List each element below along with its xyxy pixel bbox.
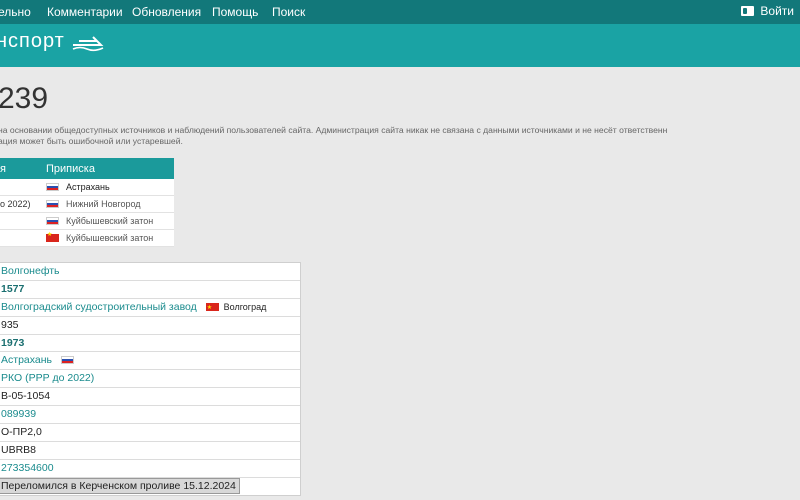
site-banner: нспорт <box>0 24 800 67</box>
info-value: UBRB8 <box>1 443 37 456</box>
info-value: Астрахань <box>1 354 52 367</box>
info-row-yard-number: 935 <box>0 317 300 335</box>
china-flag-icon <box>46 231 59 242</box>
user-card-icon <box>741 6 755 16</box>
vessel-info-table: Волгонефть 1577 Волгоградский судостроит… <box>0 262 301 496</box>
names-row-port[interactable]: Астрахань <box>66 182 110 192</box>
info-row-imo[interactable]: 089939 <box>0 406 300 425</box>
info-row-builder[interactable]: Волгоградский судостроительный завод Вол… <box>0 299 300 317</box>
names-row: Куйбышевский затон <box>0 230 174 247</box>
names-col-name: я <box>0 163 6 175</box>
info-value: Волгонефть <box>1 265 60 277</box>
info-row-home-port[interactable]: Астрахань <box>0 352 300 371</box>
info-value: Волгоградский судостроительный завод <box>1 300 197 313</box>
page-title: 239 <box>0 82 49 115</box>
russia-flag-icon <box>46 200 59 208</box>
site-logo[interactable]: нспорт <box>0 30 105 53</box>
info-value: РКО (РРР до 2022) <box>1 372 95 385</box>
nav-item-search[interactable]: Поиск <box>272 5 305 19</box>
china-flag-icon <box>205 300 219 316</box>
russia-flag-icon <box>60 356 74 365</box>
nav-item-main[interactable]: ельно <box>0 5 31 19</box>
disclaimer-line-1: на основании общедоступных источников и … <box>0 125 668 135</box>
info-value: В-05-1054 <box>1 390 51 403</box>
nav-item-help[interactable]: Помощь <box>212 5 258 19</box>
info-value: 1577 <box>1 282 25 295</box>
nav-item-comments[interactable]: Комментарии <box>47 5 123 19</box>
info-row-class[interactable]: РКО (РРР до 2022) <box>0 370 300 389</box>
names-row: Куйбышевский затон <box>0 213 174 230</box>
info-row-mmsi[interactable]: 273354600 <box>0 460 300 478</box>
names-table: я Приписка Астрахань о 2022) Нижний Новг… <box>0 158 174 250</box>
status-note: Переломился в Керченском проливе 15.12.2… <box>0 477 240 494</box>
names-row: Астрахань <box>0 179 174 196</box>
ship-logo-icon <box>72 35 104 51</box>
names-row: о 2022) Нижний Новгород <box>0 196 174 213</box>
info-value: 1973 <box>1 336 25 349</box>
login-button[interactable]: Войти <box>741 4 794 18</box>
names-table-header: я Приписка <box>0 158 174 179</box>
names-row-port[interactable]: Нижний Новгород <box>66 199 141 209</box>
logo-text: нспорт <box>0 30 65 52</box>
builder-city: Волгоград <box>223 301 267 312</box>
names-col-port: Приписка <box>46 163 95 175</box>
info-row-project[interactable]: Волгонефть <box>0 263 300 281</box>
russia-flag-icon <box>46 217 59 225</box>
info-value: 935 <box>1 318 19 331</box>
disclaimer: на основании общедоступных источников и … <box>0 125 798 147</box>
nav-item-updates[interactable]: Обновления <box>132 5 201 19</box>
russia-flag-icon <box>46 183 59 191</box>
login-label: Войти <box>760 4 794 18</box>
top-nav: ельно Комментарии Обновления Помощь Поис… <box>0 0 800 24</box>
names-row-name: о 2022) <box>0 199 31 209</box>
info-row-number: 1577 <box>0 281 300 299</box>
info-row-class-notation: О-ПР2,0 <box>0 424 300 442</box>
info-value: 089939 <box>1 408 37 421</box>
disclaimer-line-2: ация может быть ошибочной или устаревшей… <box>0 136 183 146</box>
info-row-year: 1973 <box>0 335 300 353</box>
info-value: 273354600 <box>1 461 54 474</box>
info-row-reg-number: В-05-1054 <box>0 388 300 407</box>
info-row-call-sign: UBRB8 <box>0 442 300 460</box>
names-row-port[interactable]: Куйбышевский затон <box>66 233 153 243</box>
names-row-port[interactable]: Куйбышевский затон <box>66 216 153 226</box>
info-value: О-ПР2,0 <box>1 426 42 439</box>
info-row-status-note: Переломился в Керченском проливе 15.12.2… <box>0 477 300 495</box>
